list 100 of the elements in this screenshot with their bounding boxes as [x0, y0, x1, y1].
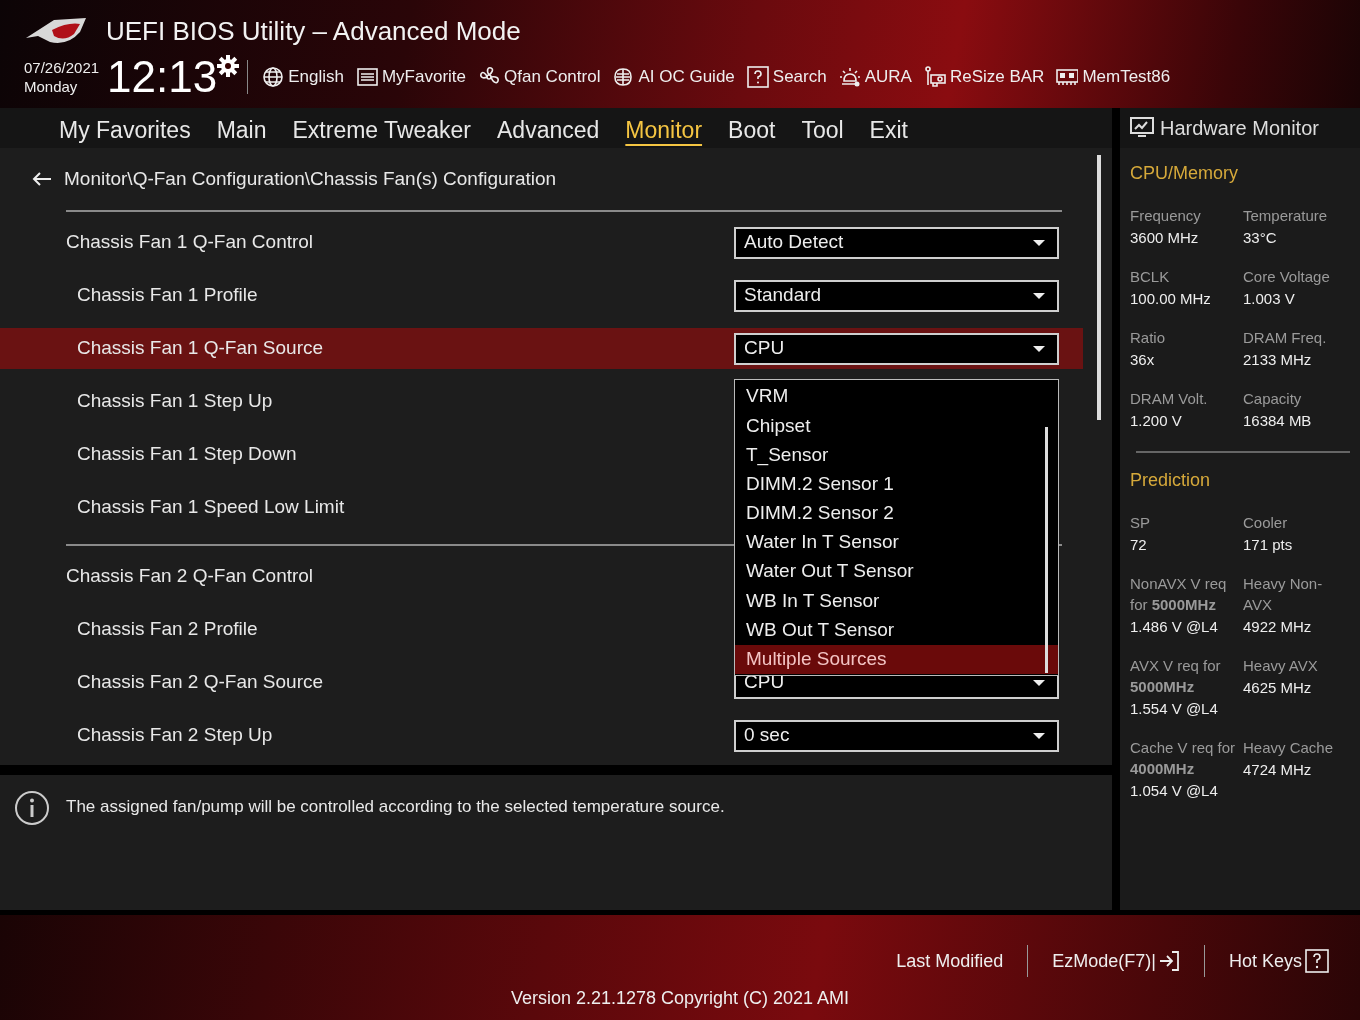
toolbar-button[interactable]: MemTest86 — [1050, 64, 1177, 90]
reading-label: Capacity — [1243, 389, 1303, 409]
footer-button[interactable]: Hot Keys — [1216, 947, 1342, 975]
toolbar-button[interactable]: Search — [740, 64, 833, 90]
clock-text: 12:13 — [107, 55, 218, 99]
dropdown-field[interactable]: Auto Detect — [734, 226, 1059, 259]
dropdown-option[interactable]: WB In T Sensor — [735, 586, 1058, 616]
setting-label: Chassis Fan 2 Step Up — [77, 723, 273, 748]
toolbar-button[interactable]: Qfan Control — [472, 64, 607, 90]
dropdown-option[interactable]: DIMM.2 Sensor 2 — [735, 498, 1058, 528]
day-text: Monday — [24, 77, 79, 96]
reading-value: 4922 MHz — [1243, 617, 1313, 637]
tab[interactable]: Extreme Tweaker — [279, 108, 485, 148]
reading-value: 100.00 MHz — [1130, 289, 1212, 309]
version-text: Version 2.21.1278 Copyright (C) 2021 AMI — [510, 987, 850, 1010]
reading-value: 36x — [1130, 350, 1156, 370]
reading-label: NonAVX V req for 5000MHz — [1130, 574, 1228, 615]
memory-icon — [1056, 66, 1079, 88]
reading-label: Ratio — [1130, 328, 1167, 348]
date-text: 07/26/2021 — [24, 58, 100, 77]
help-text: The assigned fan/pump will be controlled according to the selected temperature source. — [66, 796, 725, 818]
reading-value: 3600 MHz — [1130, 228, 1200, 248]
tab[interactable]: Boot — [715, 108, 789, 148]
breadcrumb-path: Monitor\Q-Fan Configuration\Chassis Fan(s) Configuration — [64, 166, 557, 191]
footer-button[interactable]: Last Modified — [884, 947, 1016, 975]
dropdown-field[interactable]: 0 sec — [734, 719, 1059, 752]
dropdown-option[interactable]: WB Out T Sensor — [735, 615, 1058, 645]
help-icon — [746, 66, 769, 88]
toolbar-button[interactable]: AURA — [832, 64, 918, 90]
dropdown-option[interactable]: Multiple Sources — [735, 644, 1058, 674]
dropdown-field[interactable]: Standard — [734, 279, 1059, 312]
dropdown-option[interactable]: T_Sensor — [735, 440, 1058, 470]
reading-label: SP — [1130, 513, 1151, 533]
reading-label: Core Voltage — [1243, 267, 1331, 287]
setting-label: Chassis Fan 1 Step Up — [77, 389, 273, 414]
reading-value: 2133 MHz — [1243, 350, 1313, 370]
chip-icon — [612, 66, 635, 88]
caret-icon — [1033, 345, 1045, 352]
lightbulb-icon — [838, 66, 861, 88]
dropdown-option[interactable]: VRM — [735, 382, 1058, 412]
reading-label: Heavy Cache — [1243, 738, 1335, 758]
scrollbar[interactable] — [1045, 427, 1048, 673]
dropdown-option[interactable]: Water In T Sensor — [735, 527, 1058, 558]
help-icon — [1304, 949, 1330, 973]
tab[interactable]: Main — [203, 108, 280, 148]
toolbar-button[interactable]: English — [256, 64, 350, 90]
gear-icon[interactable] — [217, 55, 240, 77]
dropdown-option[interactable]: DIMM.2 Sensor 1 — [735, 469, 1058, 499]
reading-value: 171 pts — [1243, 535, 1294, 555]
reading-label: DRAM Freq. — [1243, 328, 1328, 348]
reading-label: AVX V req for 5000MHz — [1130, 656, 1222, 697]
toolbar-button[interactable]: MyFavorite — [349, 64, 473, 90]
reading-label: Heavy AVX — [1243, 656, 1319, 676]
tab[interactable]: Monitor — [612, 108, 716, 148]
reading-label: Cooler — [1243, 513, 1289, 533]
dropdown-option[interactable]: Chipset — [735, 411, 1058, 441]
reading-label: Frequency — [1130, 206, 1202, 226]
reading-value: 1.054 V @L4 — [1130, 781, 1219, 801]
caret-icon — [1033, 292, 1045, 299]
tab[interactable]: Exit — [856, 108, 921, 148]
caret-icon — [1033, 239, 1045, 246]
setting-label: Chassis Fan 2 Q-Fan Control — [66, 564, 314, 589]
setting-label: Chassis Fan 2 Profile — [77, 617, 258, 642]
scrollbar[interactable] — [1097, 155, 1101, 420]
reading-value: 1.200 V — [1130, 411, 1183, 431]
setting-label: Chassis Fan 1 Q-Fan Control — [66, 230, 314, 255]
reading-value: 16384 MB — [1243, 411, 1313, 431]
reading-label: Cache V req for 4000MHz — [1130, 738, 1237, 779]
reading-value: 72 — [1130, 535, 1148, 555]
setting-label: Chassis Fan 2 Q-Fan Source — [77, 670, 324, 695]
tab[interactable]: Advanced — [484, 108, 613, 148]
setting-label: Chassis Fan 1 Step Down — [77, 442, 297, 467]
section-title: Prediction — [1130, 469, 1212, 492]
setting-label: Chassis Fan 1 Profile — [77, 283, 258, 308]
toolbar-button[interactable]: AI OC Guide — [606, 64, 741, 90]
reading-label: DRAM Volt. — [1130, 389, 1209, 409]
window-title: UEFI BIOS Utility – Advanced Mode — [106, 15, 521, 48]
list-icon — [355, 66, 378, 88]
expansion-card-icon — [923, 66, 946, 88]
tab[interactable]: My Favorites — [46, 108, 204, 148]
dropdown-option[interactable]: Water Out T Sensor — [735, 557, 1058, 587]
reading-value: 33°C — [1243, 228, 1278, 248]
info-icon — [14, 790, 50, 826]
reading-value: 1.554 V @L4 — [1130, 699, 1219, 719]
reading-label: Temperature — [1243, 206, 1329, 226]
toolbar-button[interactable]: ReSize BAR — [917, 64, 1051, 90]
dropdown-field[interactable]: CPU — [734, 332, 1059, 365]
back-arrow-icon[interactable] — [32, 171, 52, 187]
reading-label: Heavy Non-AVX — [1243, 574, 1324, 615]
setting-label: Chassis Fan 1 Q-Fan Source — [77, 336, 324, 361]
reading-value: 4724 MHz — [1243, 760, 1313, 780]
caret-icon — [1033, 732, 1045, 739]
reading-label: BCLK — [1130, 267, 1171, 287]
section-title: CPU/Memory — [1130, 162, 1239, 185]
globe-icon — [262, 66, 285, 88]
panel-title: Hardware Monitor — [1160, 116, 1319, 141]
footer-button[interactable]: EzMode(F7)| — [1040, 947, 1192, 975]
tab[interactable]: Tool — [788, 108, 857, 148]
reading-value: 4625 MHz — [1243, 678, 1313, 698]
exit-icon — [1157, 950, 1180, 972]
